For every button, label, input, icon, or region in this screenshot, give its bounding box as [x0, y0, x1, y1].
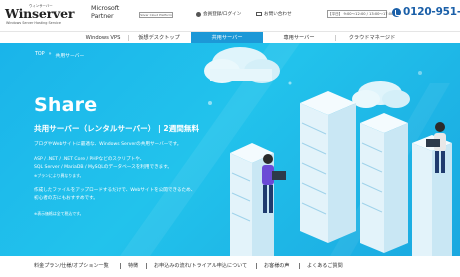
ms-partner-badge: Silver Cloud Platform: [139, 12, 173, 18]
subnav-faq[interactable]: よくあるご質問: [307, 262, 343, 269]
logo-sub: Windows Server Hosting Service: [6, 21, 61, 25]
phone-icon: [392, 7, 401, 17]
subnav-application-flow[interactable]: お申込みの流れ/トライアル申込について: [154, 262, 247, 269]
subnav-divider: [120, 263, 121, 269]
contact-link[interactable]: お問い合わせ: [256, 11, 292, 17]
ms-partner-line1: Microsoft: [91, 4, 120, 12]
server-rack-icon: [360, 113, 408, 253]
hero-description-1: ブログやWebサイトに最適な、Windows Serverの共用サーバーです。: [34, 142, 182, 147]
subnav-features[interactable]: 特徴: [128, 262, 138, 269]
phone-link[interactable]: 0120-951-168: [392, 6, 460, 18]
hero-description-4: 作成したファイルをアップロードするだけで、Webサイトを公開できるため、: [34, 188, 196, 193]
cloud-icon: [352, 81, 410, 108]
server-rack-icon: [300, 91, 356, 243]
hero-tax-note: ※表示価格は全て税込です。: [34, 211, 84, 216]
hero-plan-note: ※プランにより異なります。: [34, 173, 84, 178]
winserver-logo[interactable]: ウィンサーバー Winserver Windows Server Hosting…: [5, 3, 87, 27]
hero-description-2: ASP / .NET / .NET Core / PHPなどのスクリプトや、: [34, 157, 145, 162]
member-login-label: 会員登録/ログイン: [203, 12, 242, 17]
contact-label: お問い合わせ: [264, 12, 292, 17]
mail-icon: [256, 12, 262, 16]
breadcrumb-current: 共用サーバー: [55, 54, 85, 59]
server-illustration: [120, 43, 452, 256]
member-login-link[interactable]: 会員登録/ログイン: [196, 11, 241, 17]
breadcrumb-separator: »: [48, 52, 52, 57]
ms-partner-line2: Partner: [91, 12, 114, 20]
logo-name: Winserver: [5, 6, 75, 21]
phone-number: 0120-951-168: [403, 6, 460, 18]
breadcrumb-home[interactable]: TOP: [35, 52, 45, 59]
business-hours: 【平日】 9:00～12:00 / 13:00～17:00: [327, 10, 394, 18]
subnav-divider: [256, 263, 257, 269]
hero-description-3: SQL Server / MariaDB / MySQLのデータベースを利用でき…: [34, 165, 172, 170]
person-icon: [196, 11, 201, 17]
subnav-divider: [146, 263, 147, 269]
subnav-pricing[interactable]: 料金プラン/仕様/オプション一覧: [34, 262, 109, 269]
microsoft-partner-logo: Microsoft Partner: [91, 3, 131, 25]
server-rack-icon: [412, 135, 452, 256]
hero-description-5: 初心者の方にもおすすめです。: [34, 196, 98, 201]
page-title: Share: [34, 94, 98, 116]
main-nav: Windows VPS 仮想デスクトップ 共用サーバー 専用サーバー クラウドマ…: [0, 31, 460, 44]
subnav-testimonials[interactable]: お客様の声: [264, 262, 289, 269]
page-subtitle: 共用サーバー（レンタルサーバー） | 2週間無料: [34, 124, 200, 133]
sub-nav: 料金プラン/仕様/オプション一覧 特徴 お申込みの流れ/トライアル申込について …: [0, 259, 460, 277]
breadcrumb: TOP » 共用サーバー: [35, 52, 84, 59]
subnav-divider: [299, 263, 300, 269]
hero-section: TOP » 共用サーバー Share 共用サーバー（レンタルサーバー） | 2週…: [0, 43, 460, 256]
site-header: ウィンサーバー Winserver Windows Server Hosting…: [0, 0, 460, 30]
